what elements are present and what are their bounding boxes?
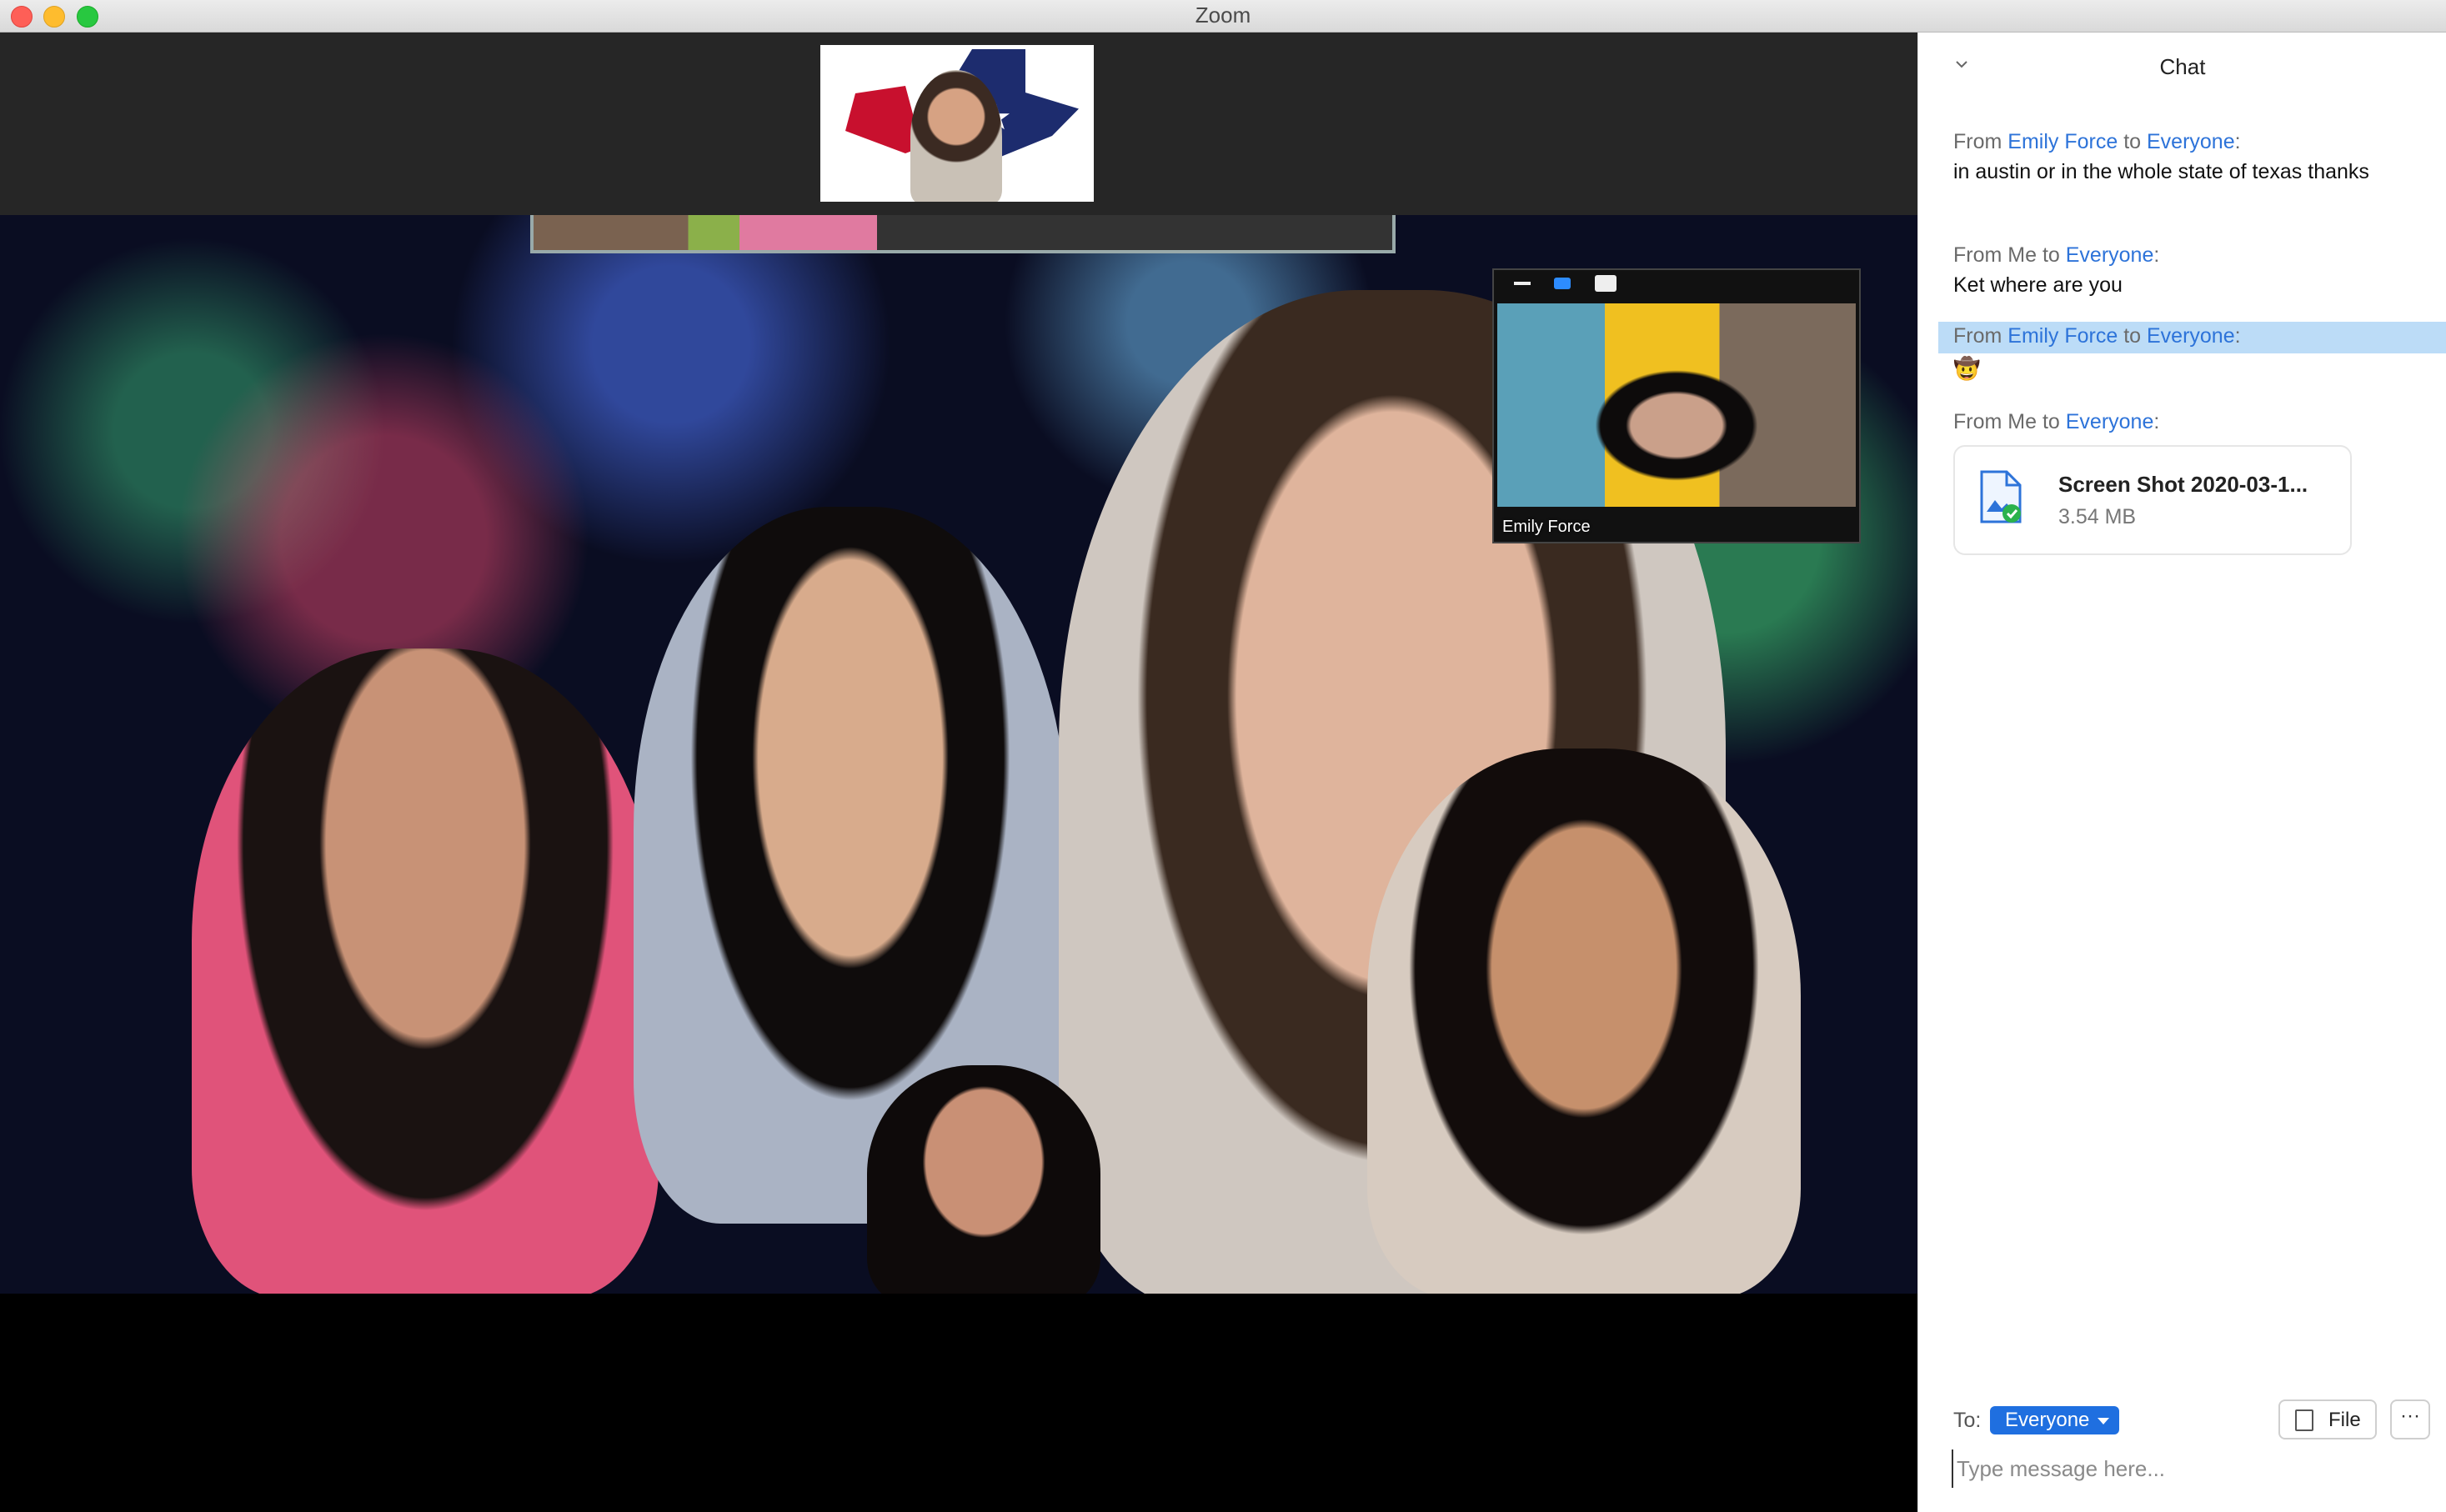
recipient-value: Everyone <box>2005 1409 2090 1431</box>
to-label: To: <box>1953 1409 1982 1432</box>
title-bar: Zoom <box>0 0 2446 33</box>
message-text: Ket where are you <box>1953 273 2123 297</box>
recipient-dropdown[interactable]: Everyone <box>1990 1406 2120 1434</box>
recipient-link[interactable]: Everyone <box>2066 410 2154 433</box>
message-header: From Me to Everyone: <box>1953 410 2160 433</box>
document-icon <box>2295 1409 2313 1431</box>
self-view-name: Emily Force <box>1502 518 1591 536</box>
file-name: Screen Shot 2020-03-1... <box>2058 472 2308 497</box>
message-header-highlighted: From Emily Force to Everyone: <box>1938 322 2446 353</box>
self-video <box>1497 303 1856 507</box>
more-options-button[interactable]: ··· <box>2390 1399 2430 1439</box>
self-view-controls <box>1514 275 1616 292</box>
self-view-window[interactable]: Emily Force <box>1492 268 1861 543</box>
message-header: From Emily Force to Everyone: <box>1953 130 2241 153</box>
participant-face <box>910 70 1002 202</box>
main-video: Emily Force <box>0 215 1917 1294</box>
participant-video <box>867 1065 1100 1294</box>
caret-down-icon <box>2098 1418 2110 1424</box>
minimize-video-icon[interactable] <box>1514 282 1531 285</box>
file-size: 3.54 MB <box>2058 505 2137 528</box>
speaker-view-icon[interactable] <box>1554 278 1571 289</box>
message-text: in austin or in the whole state of texas… <box>1953 160 2369 183</box>
file-button-label: File <box>2328 1409 2361 1431</box>
recipient-link[interactable]: Everyone <box>2147 130 2235 153</box>
message-emoji: 🤠 <box>1953 356 1981 381</box>
speaker-strip: ★ <box>0 33 1917 215</box>
maximize-video-icon[interactable] <box>1594 275 1616 292</box>
participant-video <box>192 648 659 1294</box>
speaker-thumbnail[interactable]: ★ <box>820 45 1094 202</box>
recipient-link[interactable]: Everyone <box>2066 243 2154 267</box>
sender-link[interactable]: Emily Force <box>2007 130 2118 153</box>
file-button[interactable]: File <box>2278 1399 2377 1439</box>
video-area: ★ Emily Force <box>0 33 1917 1512</box>
sender-link[interactable]: Emily Force <box>2007 324 2118 348</box>
message-input[interactable] <box>1952 1449 2425 1488</box>
file-attachment-card[interactable]: Screen Shot 2020-03-1... 3.54 MB <box>1953 445 2352 555</box>
window-title: Zoom <box>1195 3 1251 28</box>
image-file-icon <box>1980 470 2022 523</box>
recipient-link[interactable]: Everyone <box>2147 324 2235 348</box>
message-header: From Me to Everyone: <box>1953 243 2160 267</box>
chat-panel: Chat From Emily Force to Everyone: in au… <box>1917 33 2446 1512</box>
shared-screen-strip <box>530 215 1396 253</box>
chat-title: Chat <box>2159 54 2206 79</box>
participant-video <box>1367 748 1801 1294</box>
video-letterbox <box>0 1294 1917 1512</box>
